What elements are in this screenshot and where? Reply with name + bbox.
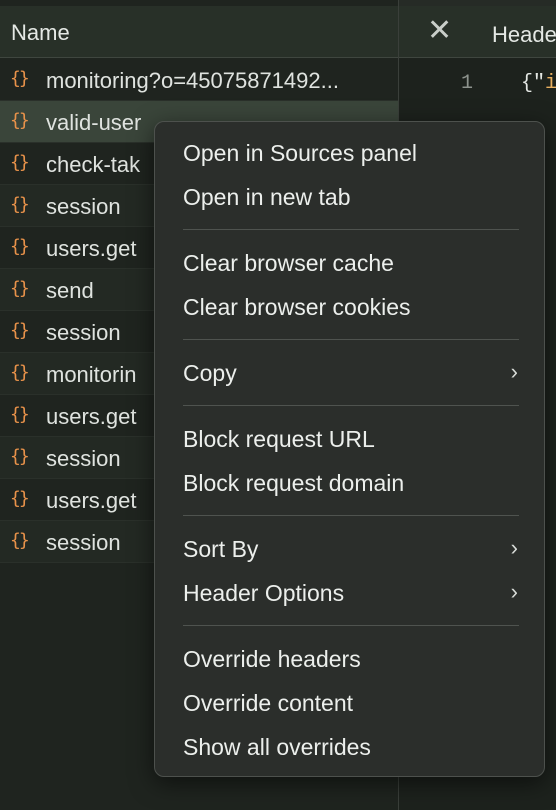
request-name: valid-user <box>46 110 142 135</box>
menu-separator <box>183 339 519 340</box>
request-name: session <box>46 320 121 345</box>
context-menu: Open in Sources panel Open in new tab Cl… <box>154 121 545 777</box>
request-name: monitorin <box>46 362 137 387</box>
column-header-label: Name <box>11 20 70 45</box>
line-number: 1 <box>461 72 474 95</box>
menu-item-block-domain[interactable]: Block request domain <box>183 470 404 497</box>
menu-item-block-url[interactable]: Block request URL <box>183 426 375 453</box>
code-brace: {" <box>521 72 546 95</box>
menu-separator <box>183 229 519 230</box>
response-code: {"i <box>521 72 556 95</box>
menu-item-clear-cookies[interactable]: Clear browser cookies <box>183 294 411 321</box>
code-key: i <box>545 72 556 95</box>
menu-item-clear-cache[interactable]: Clear browser cache <box>183 250 394 277</box>
menu-item-open-in-new-tab[interactable]: Open in new tab <box>183 184 351 211</box>
json-icon: {} <box>10 110 30 131</box>
tab-headers[interactable]: Heade <box>492 22 556 48</box>
json-icon: {} <box>10 152 30 173</box>
menu-item-open-in-sources[interactable]: Open in Sources panel <box>183 140 417 167</box>
json-icon: {} <box>10 194 30 215</box>
request-name: session <box>46 194 121 219</box>
menu-item-override-headers[interactable]: Override headers <box>183 646 361 673</box>
request-name: users.get <box>46 236 137 261</box>
request-name: session <box>46 530 121 555</box>
close-icon[interactable]: ✕ <box>427 16 452 46</box>
json-icon: {} <box>10 320 30 341</box>
request-name: session <box>46 446 121 471</box>
devtools-network-panel: Name {} monitoring?o=45075871492... {} v… <box>0 0 556 810</box>
chevron-right-icon: › <box>510 359 518 384</box>
json-icon: {} <box>10 236 30 257</box>
menu-item-header-options[interactable]: Header Options <box>183 580 344 607</box>
menu-item-show-all-overrides[interactable]: Show all overrides <box>183 734 371 761</box>
json-icon: {} <box>10 278 30 299</box>
menu-item-sort-by[interactable]: Sort By <box>183 536 258 563</box>
json-icon: {} <box>10 68 30 89</box>
json-icon: {} <box>10 362 30 383</box>
json-icon: {} <box>10 404 30 425</box>
request-name: send <box>46 278 94 303</box>
menu-separator <box>183 625 519 626</box>
request-name: monitoring?o=45075871492... <box>46 68 339 93</box>
chevron-right-icon: › <box>510 535 518 560</box>
request-name: users.get <box>46 404 137 429</box>
request-name: check-tak <box>46 152 141 177</box>
json-icon: {} <box>10 488 30 509</box>
menu-separator <box>183 405 519 406</box>
request-name: users.get <box>46 488 137 513</box>
detail-tab-bar: ✕ Heade <box>399 6 556 58</box>
menu-item-copy[interactable]: Copy <box>183 360 237 387</box>
request-row[interactable]: {} monitoring?o=45075871492... <box>0 59 398 101</box>
json-icon: {} <box>10 530 30 551</box>
json-icon: {} <box>10 446 30 467</box>
menu-item-override-content[interactable]: Override content <box>183 690 353 717</box>
menu-separator <box>183 515 519 516</box>
column-header-name[interactable]: Name <box>0 6 398 58</box>
chevron-right-icon: › <box>510 579 518 604</box>
